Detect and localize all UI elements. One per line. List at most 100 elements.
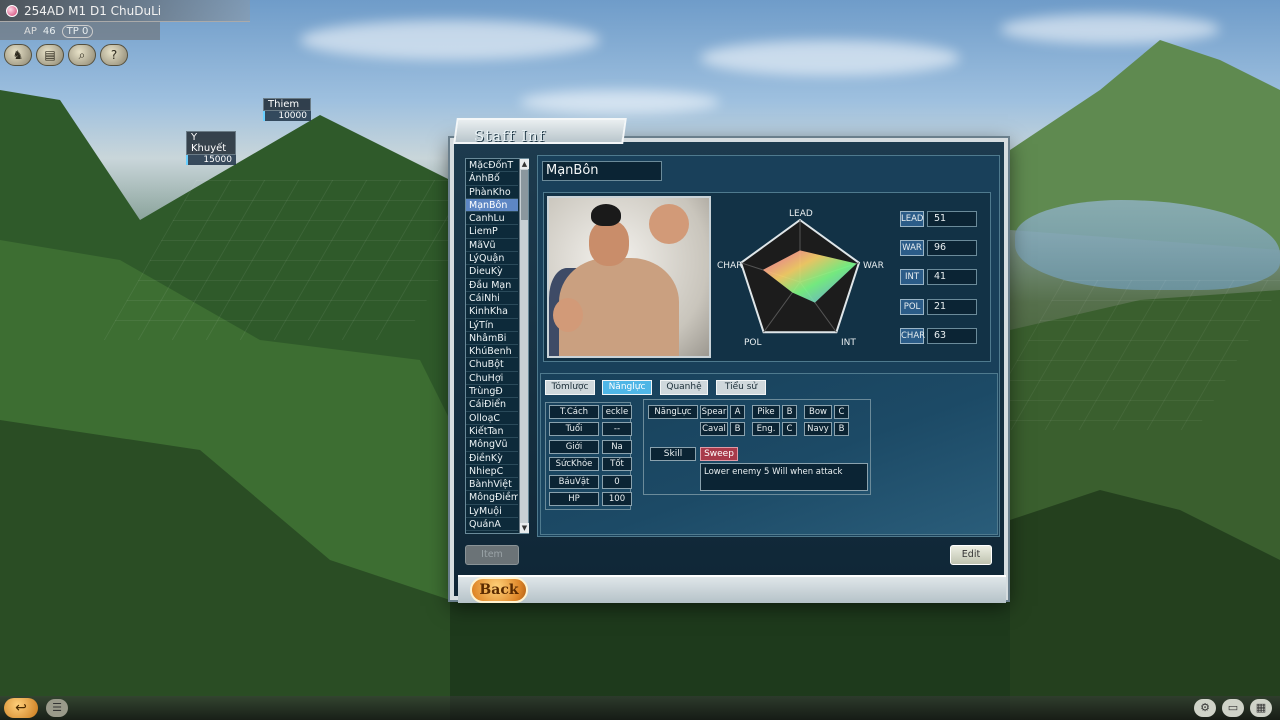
bottom-right-tools: ⚙ ▭ ▦: [1194, 699, 1272, 717]
attr-value: Na: [602, 440, 632, 454]
stat-key: POL: [900, 299, 924, 315]
dialog-footer: [458, 575, 1006, 603]
window-icon[interactable]: ▭: [1222, 699, 1244, 717]
officer-list-item[interactable]: TrùngĐ: [466, 385, 518, 399]
date-bar: 254AD M1 D1 ChuDuLi: [0, 0, 250, 22]
grid-icon[interactable]: ▦: [1250, 699, 1272, 717]
officer-list-item[interactable]: CanhLu: [466, 212, 518, 226]
officer-list-item[interactable]: BànhViệt: [466, 478, 518, 492]
scroll-thumb[interactable]: [521, 170, 528, 220]
officer-list-item[interactable]: PhànKho: [466, 186, 518, 199]
tab-relations[interactable]: Quanhệ: [660, 380, 708, 395]
horse-icon[interactable]: ♞: [4, 44, 32, 66]
map-unit-name: Thiem: [263, 98, 311, 111]
stat-value: 51: [927, 211, 977, 227]
menu-icon[interactable]: ☰: [46, 699, 68, 717]
attribute-row: SứcKhỏe Tốt: [549, 457, 632, 471]
officer-list-item[interactable]: MôngĐiềm: [466, 491, 518, 505]
officer-list-item[interactable]: KiếtTan: [466, 425, 518, 439]
attr-value: eckle: [602, 405, 632, 419]
radar-label-int: INT: [841, 338, 856, 348]
officer-list-item[interactable]: KhúBenh: [466, 345, 518, 359]
skill-description: Lower enemy 5 Will when attack: [700, 463, 868, 491]
item-button[interactable]: Item: [465, 545, 519, 565]
attr-value: Tốt: [602, 457, 632, 471]
officer-list-item[interactable]: MôngVũ: [466, 438, 518, 452]
dialog-title: Staff Inf: [474, 127, 546, 145]
attr-key: Giới: [549, 440, 599, 454]
tab-summary[interactable]: Tómlược: [545, 380, 595, 395]
stat-pol: POL 21: [897, 299, 977, 315]
map-unit-name: Y Khuyết: [186, 131, 236, 155]
officer-list-item[interactable]: MãVũ: [466, 239, 518, 253]
attr-key: BáuVật: [549, 475, 599, 489]
help-icon[interactable]: ?: [100, 44, 128, 66]
officer-list-item[interactable]: DieuKỳ: [466, 265, 518, 279]
officer-list-item[interactable]: QuánA: [466, 518, 518, 532]
officer-list-item[interactable]: OlloạC: [466, 412, 518, 425]
officer-list-item[interactable]: Đầu Mạn: [466, 279, 518, 292]
officer-list-item[interactable]: ChuHợi: [466, 372, 518, 386]
officer-portrait: [547, 196, 711, 358]
stat-char: CHAR 63: [897, 328, 977, 344]
attribute-row: T.Cách eckle: [549, 405, 632, 419]
officer-list-scrollbar[interactable]: ▲ ▼: [519, 159, 529, 533]
officer-list-item[interactable]: NhâmBi: [466, 332, 518, 346]
tab-ability[interactable]: Nănglực: [602, 380, 652, 395]
stat-key: LEAD: [900, 211, 924, 227]
aptitude-label: NăngLực: [648, 405, 698, 419]
apt-bow-grade: C: [834, 405, 849, 419]
officer-name: MạnBôn: [542, 161, 662, 181]
apt-caval-grade: B: [730, 422, 745, 436]
officer-list-item[interactable]: CáiNhi: [466, 292, 518, 306]
map-unit[interactable]: Thiem 10000: [263, 98, 311, 121]
officer-list-item[interactable]: LiemP: [466, 225, 518, 239]
officer-list-item[interactable]: ĐiềnKỳ: [466, 452, 518, 465]
attribute-row: BáuVật 0: [549, 475, 632, 489]
return-icon[interactable]: ↩: [4, 698, 38, 718]
hud-toolbar: ♞ ▤ ⌕ ?: [4, 44, 128, 66]
apt-spear-label: Spear: [700, 405, 728, 419]
attribute-row: Tuổi --: [549, 422, 632, 436]
magnifier-icon[interactable]: ⌕: [68, 44, 96, 66]
officer-list-item[interactable]: MặcĐốnT: [466, 159, 518, 173]
back-button[interactable]: Back: [470, 577, 528, 603]
edit-button[interactable]: Edit: [950, 545, 992, 565]
officer-list-item[interactable]: ChuBột: [466, 358, 518, 372]
radar-label-char: CHAR: [717, 261, 743, 271]
officer-list-item[interactable]: MạnBôn: [466, 198, 518, 213]
settings-icon[interactable]: ⚙: [1194, 699, 1216, 717]
tp-badge: TP 0: [61, 24, 94, 38]
ap-value: 46: [42, 25, 56, 37]
tp-label: TP: [66, 25, 79, 37]
attr-key: HP: [549, 492, 599, 506]
apt-pike-label: Pike: [752, 405, 780, 419]
officer-list-item[interactable]: NhiepC: [466, 465, 518, 479]
ap-label: AP: [24, 25, 37, 37]
scroll-up-icon[interactable]: ▲: [520, 159, 529, 169]
attr-value: --: [602, 422, 632, 436]
apt-pike-grade: B: [782, 405, 797, 419]
stat-key: CHAR: [900, 328, 925, 344]
tp-value: 0: [81, 25, 89, 37]
officer-list-item[interactable]: LýQuận: [466, 252, 518, 266]
stat-key: WAR: [900, 240, 924, 256]
scroll-icon[interactable]: ▤: [36, 44, 64, 66]
officer-list-item[interactable]: ÁnhBố: [466, 172, 518, 186]
officer-list-item[interactable]: CáiĐiển: [466, 398, 518, 412]
skill-name[interactable]: Sweep: [700, 447, 738, 461]
attr-key: T.Cách: [549, 405, 599, 419]
tab-biography[interactable]: Tiểu sử: [716, 380, 766, 395]
stat-value: 96: [927, 240, 977, 256]
stat-value: 63: [927, 328, 977, 344]
map-unit[interactable]: Y Khuyết 15000: [186, 131, 236, 165]
officer-list-item[interactable]: KinhKha: [466, 305, 518, 319]
date-text: 254AD M1 D1 ChuDuLi: [24, 3, 162, 18]
attribute-row: Giới Na: [549, 440, 632, 454]
bottom-bar: ↩ ☰ ⚙ ▭ ▦: [0, 696, 1280, 720]
officer-list-item[interactable]: LýTín: [466, 319, 518, 332]
scroll-down-icon[interactable]: ▼: [520, 523, 529, 533]
attribute-row: HP 100: [549, 492, 632, 506]
stat-war: WAR 96: [897, 240, 977, 256]
officer-list-item[interactable]: LyMuội: [466, 505, 518, 519]
